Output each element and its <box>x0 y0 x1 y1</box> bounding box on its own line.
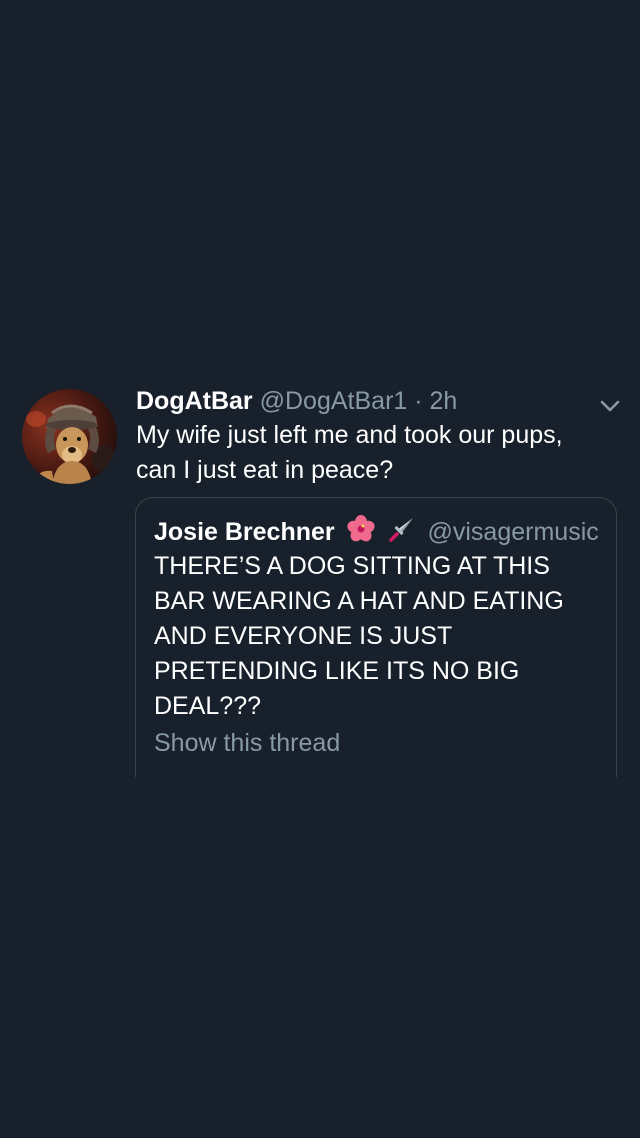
quoted-display-name: Josie Brechner <box>154 518 335 547</box>
chevron-down-icon[interactable] <box>597 394 623 416</box>
show-thread-link[interactable]: Show this thread <box>154 726 340 760</box>
dog-avatar-icon <box>22 389 117 484</box>
hibiscus-icon <box>346 514 376 553</box>
quoted-tweet[interactable]: Josie Brechner @visagermusic THERE’S A D… <box>135 497 617 777</box>
separator-dot: · <box>414 387 423 415</box>
dagger-icon <box>387 514 417 553</box>
tweet-text: My wife just left me and took our pups, … <box>136 421 563 484</box>
quoted-user-handle: @visagermusic <box>427 518 599 547</box>
display-name[interactable]: DogAtBar <box>136 387 253 415</box>
tweet-header: DogAtBar @DogAtBar1 · 2h <box>136 384 457 418</box>
timestamp[interactable]: 2h <box>430 387 458 415</box>
quoted-tweet-text: THERE’S A DOG SITTING AT THIS BAR WEARIN… <box>154 552 564 720</box>
quoted-tweet-header: Josie Brechner @visagermusic <box>154 514 599 553</box>
user-handle[interactable]: @DogAtBar1 <box>260 387 408 415</box>
avatar[interactable] <box>22 389 117 484</box>
